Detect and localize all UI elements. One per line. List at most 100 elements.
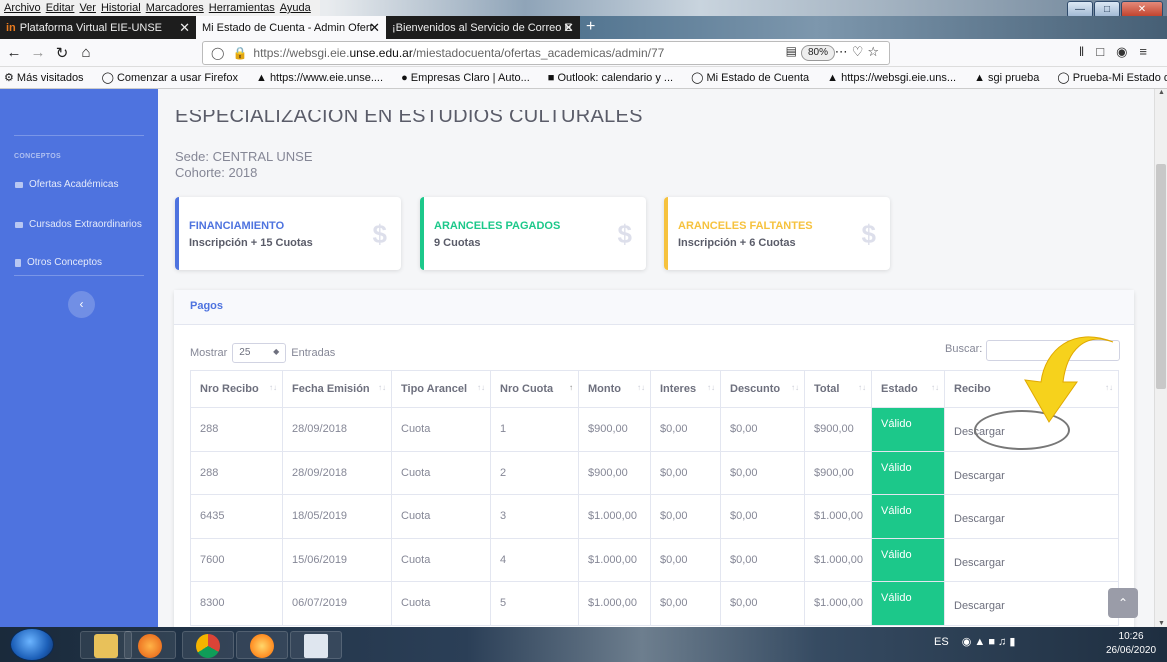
nro-cuota-cell: 1: [490, 407, 579, 452]
bookmark-outlook[interactable]: ■ Outlook: calendario y ...: [548, 72, 682, 84]
tab-correo[interactable]: ¡Bienvenidos al Servicio de Correo E ✕: [386, 16, 580, 39]
updown-caret-icon: ◆: [273, 347, 280, 356]
column-header[interactable]: Nro Recibo ↑↓: [190, 370, 283, 408]
bookmark-comenzar-firefox[interactable]: ◯ Comenzar a usar Firefox: [102, 71, 247, 84]
bookmark-websgi[interactable]: ▲ https://websgi.eie.uns...: [827, 72, 965, 84]
tipo-arancel-cell: Cuota: [391, 537, 491, 582]
sort-icon: ↑↓: [931, 383, 939, 392]
toolbar-right-icons[interactable]: ‖□◉≡: [1079, 44, 1159, 60]
firefox-taskbar-icon[interactable]: [124, 631, 176, 659]
bookmark-sgi-prueba[interactable]: ▲ sgi prueba: [974, 72, 1048, 84]
column-header[interactable]: Fecha Emisión ↑↓: [282, 370, 392, 408]
lock-icon[interactable]: 🔒: [232, 46, 247, 60]
menu-ver[interactable]: Ver: [79, 2, 96, 14]
tray-icons[interactable]: ◉ ▲ ■ ♫ ▮: [962, 636, 1016, 648]
reader-view-icon[interactable]: ▤: [786, 44, 797, 58]
menu-archivo[interactable]: Archivo: [4, 2, 41, 14]
descargar-link[interactable]: Descargar: [954, 551, 1005, 569]
sidebar-item-label: Cursados Extraordinarios: [29, 219, 142, 230]
column-header[interactable]: Estado ↑↓: [871, 370, 945, 408]
descargar-link[interactable]: Descargar: [954, 507, 1005, 525]
scroll-to-top-button[interactable]: ⌃: [1108, 588, 1138, 618]
bookmark-mas-visitados[interactable]: ⚙ Más visitados: [4, 71, 93, 84]
close-tab-icon[interactable]: ✕: [369, 20, 380, 36]
card-label: ARANCELES PAGADOS: [434, 220, 561, 232]
bookmark-empresas-claro[interactable]: ● Empresas Claro | Auto...: [401, 72, 539, 84]
bookmark-mi-estado-de-cuenta[interactable]: ◯ Mi Estado de Cuenta: [691, 71, 818, 84]
scroll-thumb[interactable]: [1156, 164, 1166, 389]
column-header[interactable]: Tipo Arancel ↑↓: [391, 370, 491, 408]
menu-herramientas[interactable]: Herramientas: [209, 2, 275, 14]
language-indicator[interactable]: ES: [934, 636, 949, 648]
descargar-link[interactable]: Descargar: [954, 594, 1005, 612]
notepad-taskbar-icon[interactable]: [290, 631, 342, 659]
page-title: ESPECIALIZACION EN ESTUDIOS CULTURALES: [175, 110, 643, 127]
monto-cell: $900,00: [578, 450, 651, 495]
bookmark-prueba-mi-estado[interactable]: ◯ Prueba-Mi Estado de ...: [1057, 71, 1167, 84]
estado-badge: Válido: [871, 407, 945, 452]
column-header[interactable]: Nro Cuota ↑: [490, 370, 579, 408]
bookmark-eie-unse[interactable]: ▲ https://www.eie.unse....: [256, 72, 392, 84]
menu-historial[interactable]: Historial: [101, 2, 141, 14]
table-row: 8300 06/07/2019 Cuota 5 $1.000,00 $0,00 $0,00 $…: [190, 581, 1119, 626]
interes-cell: $0,00: [650, 537, 721, 582]
shield-icon[interactable]: ◯: [211, 46, 224, 60]
sort-icon: ↑↓: [378, 383, 386, 392]
start-button[interactable]: [10, 628, 54, 661]
nro-recibo-cell: 8300: [190, 581, 283, 626]
sidebar-item-ofertas-academicas[interactable]: Ofertas Académicas: [15, 179, 118, 190]
menu-ayuda[interactable]: Ayuda: [280, 2, 311, 14]
tab-mi-estado-de-cuenta[interactable]: Mi Estado de Cuenta - Admin Ofert ✕: [196, 16, 386, 39]
sidebar-toggle-button[interactable]: ‹: [68, 291, 95, 318]
menu-editar[interactable]: Editar: [46, 2, 75, 14]
close-tab-icon[interactable]: ✕: [563, 20, 574, 36]
tab-bar: in Plataforma Virtual EIE-UNSE ✕ Mi Esta…: [0, 16, 1167, 39]
chrome-taskbar-icon[interactable]: [182, 631, 234, 659]
url-host: unse.edu.ar: [349, 46, 413, 60]
tipo-arancel-cell: Cuota: [391, 407, 491, 452]
page-scrollbar[interactable]: ▲ ▼: [1154, 89, 1167, 627]
page-size-select[interactable]: 25 ◆: [232, 343, 287, 363]
folder-icon: [15, 221, 23, 228]
page-actions-icons[interactable]: ⋯♡☆: [835, 44, 883, 60]
scroll-down-icon[interactable]: ▼: [1158, 620, 1165, 627]
nro-cuota-cell: 4: [490, 537, 579, 582]
table-row: 6435 18/05/2019 Cuota 3 $1.000,00 $0,00 $0,00 $…: [190, 494, 1119, 539]
fecha-emision-cell: 15/06/2019: [282, 537, 392, 582]
sidebar-item-otros-conceptos[interactable]: Otros Conceptos: [15, 257, 102, 268]
sede-info: Sede: CENTRAL UNSE Cohorte: 2018: [175, 149, 313, 181]
file-icon: [15, 258, 21, 267]
new-tab-icon[interactable]: +: [586, 18, 595, 36]
sede-label: Sede: CENTRAL UNSE: [175, 149, 313, 164]
tab-plataforma-virtual[interactable]: in Plataforma Virtual EIE-UNSE ✕: [0, 16, 196, 39]
reload-icon[interactable]: ↻: [50, 44, 74, 62]
card-accent: [420, 197, 424, 270]
browser-taskbar-icon[interactable]: [236, 631, 288, 659]
column-header[interactable]: Total ↑↓: [804, 370, 872, 408]
tab-label: ¡Bienvenidos al Servicio de Correo E: [392, 21, 572, 34]
fecha-emision-cell: 28/09/2018: [282, 450, 392, 495]
clock[interactable]: 10:26 26/06/2020: [1106, 630, 1156, 658]
column-header[interactable]: Descunto ↑↓: [720, 370, 805, 408]
sidebar-item-cursados-extraordinarios[interactable]: Cursados Extraordinarios: [15, 219, 142, 230]
forward-icon[interactable]: →: [26, 44, 50, 61]
nav-bar: ← → ↻ ⌂ ◯ 🔒 https://websgi.eie. unse.edu.…: [0, 39, 1167, 67]
home-icon[interactable]: ⌂: [74, 44, 98, 61]
descuento-cell: $0,00: [720, 407, 805, 452]
url-bar[interactable]: ◯ 🔒 https://websgi.eie. unse.edu.ar/miest…: [202, 41, 890, 65]
close-tab-icon[interactable]: ✕: [179, 20, 190, 36]
back-icon[interactable]: ←: [2, 44, 26, 61]
menu-marcadores[interactable]: Marcadores: [146, 2, 204, 14]
zoom-level[interactable]: 80%: [800, 45, 835, 61]
nro-cuota-cell: 3: [490, 494, 579, 539]
card-label: ARANCELES FALTANTES: [678, 220, 813, 232]
interes-cell: $0,00: [650, 407, 721, 452]
sort-icon: ↑↓: [791, 383, 799, 392]
column-header[interactable]: Interes ↑↓: [650, 370, 721, 408]
menu-bar: Archivo Editar Ver Historial Marcadores …: [0, 0, 1167, 18]
monto-cell: $1.000,00: [578, 494, 651, 539]
column-header[interactable]: Monto ↑↓: [578, 370, 651, 408]
nro-recibo-cell: 7600: [190, 537, 283, 582]
scroll-up-icon[interactable]: ▲: [1158, 89, 1165, 96]
descargar-link[interactable]: Descargar: [954, 464, 1005, 482]
